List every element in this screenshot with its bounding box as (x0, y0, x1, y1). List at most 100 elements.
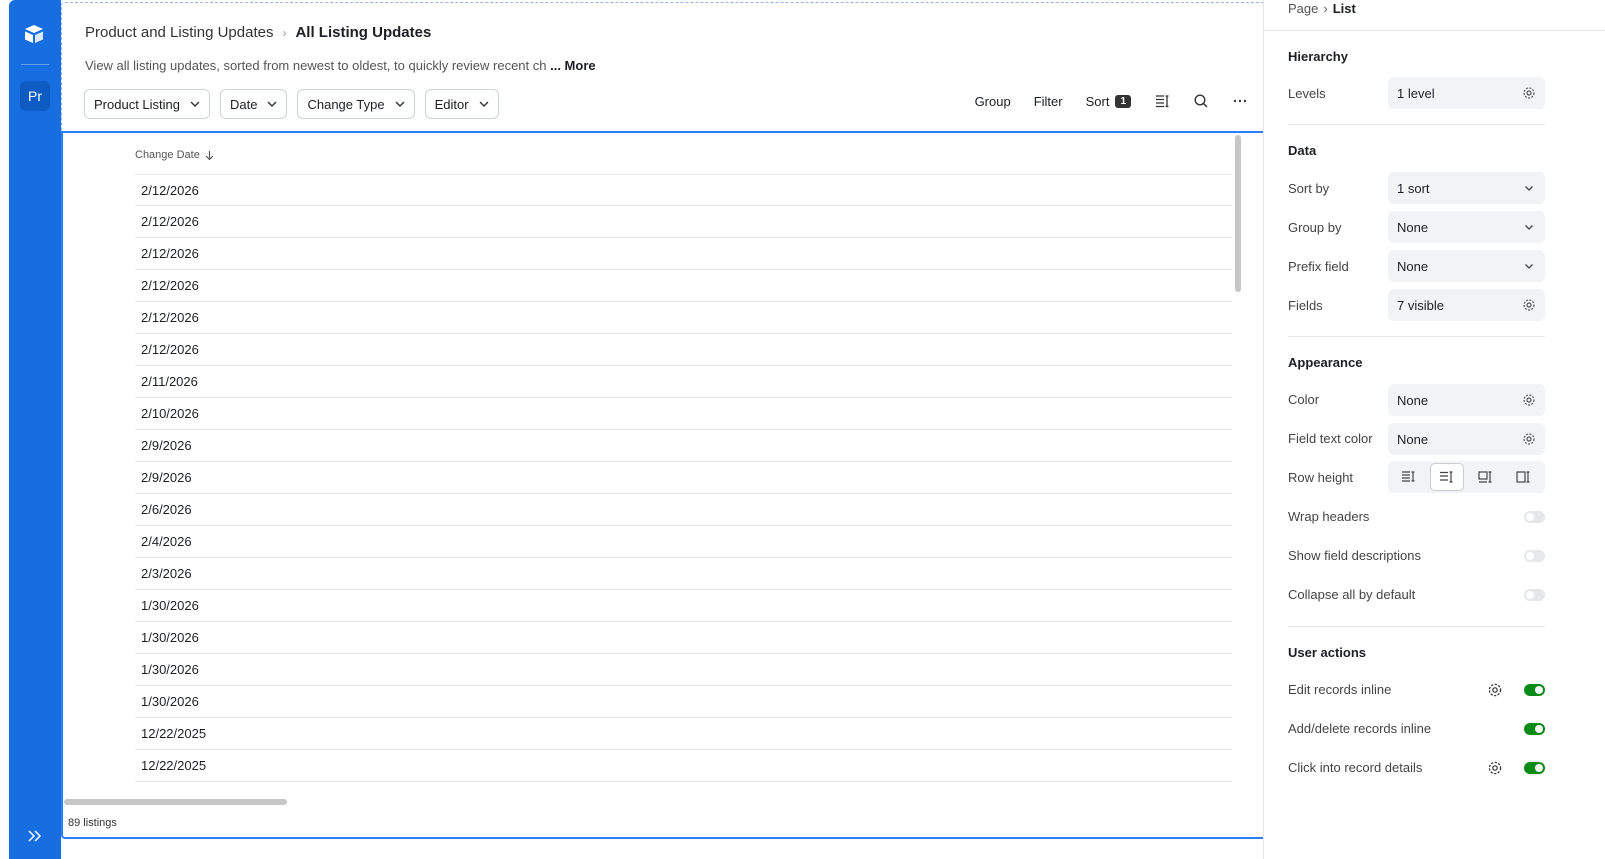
list-row[interactable]: 12/22/2025 (135, 718, 1232, 750)
levels-control[interactable]: 1 level (1388, 77, 1545, 109)
list-view: Change Date 2/12/2026 2/12/2026 2/12/202… (61, 131, 1273, 839)
list-rows: 2/12/2026 2/12/2026 2/12/2026 2/12/2026 … (135, 174, 1232, 782)
group-button[interactable]: Group (975, 94, 1011, 109)
list-row[interactable]: 1/30/2026 (135, 654, 1232, 686)
gear-icon[interactable] (1487, 760, 1503, 776)
filter-bar: Product Listing Date Change Type Editor (84, 89, 499, 119)
section-data-title: Data (1288, 143, 1317, 158)
page-avatar[interactable]: Pr (20, 81, 50, 111)
list-row[interactable]: 2/9/2026 (135, 462, 1232, 494)
row-height-button[interactable] (1154, 93, 1170, 109)
wrap-headers-toggle[interactable] (1524, 511, 1545, 523)
color-value: None (1397, 392, 1429, 408)
fields-control[interactable]: 7 visible (1388, 289, 1545, 321)
row-height-short[interactable] (1392, 463, 1426, 491)
list-row[interactable]: 2/9/2026 (135, 430, 1232, 462)
panel-crumb-page[interactable]: Page (1288, 1, 1318, 16)
list-row[interactable]: 2/3/2026 (135, 558, 1232, 590)
row-height-tall[interactable] (1469, 463, 1503, 491)
color-label: Color (1288, 392, 1320, 407)
field-text-color-control[interactable]: None (1388, 423, 1545, 455)
show-field-descriptions-label: Show field descriptions (1288, 548, 1421, 563)
more-link[interactable]: ... More (550, 58, 596, 73)
field-text-color-label: Field text color (1288, 431, 1373, 446)
column-header-change-date[interactable]: Change Date (135, 149, 215, 161)
list-row[interactable]: 2/12/2026 (135, 238, 1232, 270)
panel-breadcrumb: Page › List (1288, 1, 1356, 16)
list-row[interactable]: 2/12/2026 (135, 334, 1232, 366)
row-height-label: Row height (1288, 470, 1354, 485)
divider (1288, 626, 1545, 627)
group-by-label: Group by (1288, 220, 1342, 235)
row-height-extra-tall[interactable] (1507, 463, 1541, 491)
fields-label: Fields (1288, 298, 1323, 313)
gear-icon (1523, 299, 1535, 311)
divider (1288, 336, 1545, 337)
sort-count-badge: 1 (1115, 94, 1131, 108)
list-row[interactable]: 2/12/2026 (135, 302, 1232, 334)
click-into-record-toggle[interactable] (1524, 762, 1545, 774)
sort-by-value: 1 sort (1397, 180, 1430, 196)
chevron-down-icon (267, 101, 277, 107)
row-height-tall-icon (1478, 471, 1492, 483)
more-horizontal-icon (1233, 99, 1247, 103)
filter-label: Date (230, 96, 258, 112)
fields-value: 7 visible (1397, 297, 1444, 313)
levels-label: Levels (1288, 86, 1326, 101)
page-title: All Listing Updates (295, 24, 432, 41)
row-height-medium[interactable] (1430, 463, 1465, 491)
list-row[interactable]: 2/4/2026 (135, 526, 1232, 558)
left-rail: Pr (9, 0, 61, 859)
list-row[interactable]: 12/22/2025 (135, 750, 1232, 782)
list-row[interactable]: 2/12/2026 (135, 174, 1232, 206)
divider (1288, 124, 1545, 125)
description-text: View all listing updates, sorted from ne… (85, 58, 547, 73)
color-control[interactable]: None (1388, 384, 1545, 416)
collapse-all-toggle[interactable] (1524, 589, 1545, 601)
sort-button[interactable]: Sort 1 (1086, 94, 1131, 109)
breadcrumb-parent[interactable]: Product and Listing Updates (85, 24, 273, 41)
filter-date[interactable]: Date (220, 89, 288, 119)
chevron-down-icon (1525, 186, 1533, 191)
filter-product-listing[interactable]: Product Listing (84, 89, 210, 119)
filter-change-type[interactable]: Change Type (297, 89, 415, 119)
list-row[interactable]: 2/10/2026 (135, 398, 1232, 430)
collapse-all-label: Collapse all by default (1288, 587, 1416, 602)
filter-label: Change Type (307, 96, 385, 112)
list-row[interactable]: 2/11/2026 (135, 366, 1232, 398)
add-delete-records-label: Add/delete records inline (1288, 721, 1432, 736)
gear-icon (1523, 433, 1535, 445)
list-row[interactable]: 2/12/2026 (135, 206, 1232, 238)
horizontal-scrollbar[interactable] (64, 799, 287, 805)
list-row[interactable]: 1/30/2026 (135, 622, 1232, 654)
list-row[interactable]: 2/12/2026 (135, 270, 1232, 302)
group-by-value: None (1397, 219, 1429, 235)
gear-icon (1523, 87, 1535, 99)
record-count: 89 listings (68, 817, 117, 829)
filter-editor[interactable]: Editor (424, 89, 499, 119)
panel-crumb-current: List (1332, 1, 1356, 16)
list-row[interactable]: 1/30/2026 (135, 686, 1232, 718)
vertical-scrollbar[interactable] (1235, 135, 1241, 292)
sort-by-label: Sort by (1288, 181, 1330, 196)
gear-icon (1523, 394, 1535, 406)
list-row[interactable]: 2/6/2026 (135, 494, 1232, 526)
sort-by-select[interactable]: 1 sort (1388, 172, 1545, 204)
app-logo-icon[interactable] (22, 22, 46, 46)
prefix-field-select[interactable]: None (1388, 250, 1545, 282)
gear-icon[interactable] (1487, 682, 1503, 698)
expand-icon[interactable] (26, 827, 44, 845)
rail-divider (21, 64, 49, 65)
list-row[interactable]: 1/30/2026 (135, 590, 1232, 622)
edit-records-inline-toggle[interactable] (1524, 684, 1545, 696)
show-field-descriptions-toggle[interactable] (1524, 550, 1545, 562)
toolbar: Group Filter Sort 1 (952, 93, 1248, 109)
add-delete-records-toggle[interactable] (1524, 723, 1545, 735)
divider (1264, 30, 1605, 31)
chevron-down-icon (479, 101, 489, 107)
group-by-select[interactable]: None (1388, 211, 1545, 243)
filter-button[interactable]: Filter (1034, 94, 1063, 109)
more-options-button[interactable] (1232, 93, 1248, 109)
breadcrumb: Product and Listing Updates › All Listin… (85, 24, 431, 41)
search-button[interactable] (1193, 93, 1209, 109)
